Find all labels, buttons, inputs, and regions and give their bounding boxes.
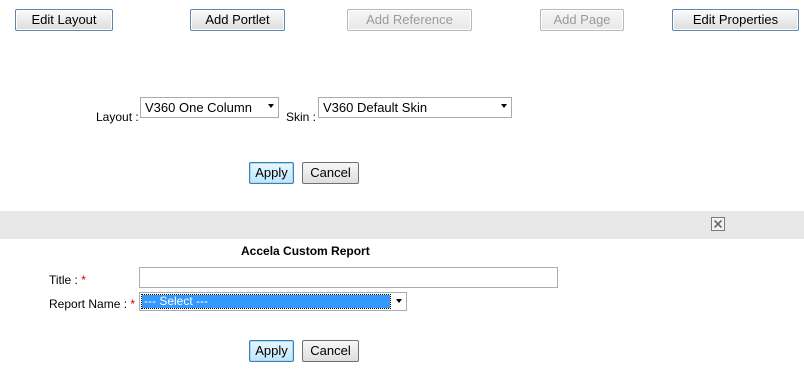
report-name-label: Report Name : * (49, 297, 135, 311)
edit-layout-button[interactable]: Edit Layout (15, 9, 113, 31)
chevron-down-icon (396, 299, 402, 303)
report-name-label-text: Report Name : (49, 297, 128, 311)
title-field-label: Title : * (49, 273, 86, 287)
close-icon (713, 219, 723, 229)
layout-cancel-button[interactable]: Cancel (302, 162, 359, 184)
title-field-label-text: Title : (49, 273, 78, 287)
chevron-down-icon (268, 104, 274, 108)
report-name-select[interactable]: --- Select --- (139, 292, 407, 311)
title-input[interactable] (139, 267, 558, 288)
required-marker: * (81, 273, 86, 287)
portlet-header-bar (0, 211, 804, 239)
layout-apply-button[interactable]: Apply (249, 162, 294, 184)
layout-label: Layout : (96, 110, 139, 124)
add-reference-button: Add Reference (347, 9, 472, 31)
add-page-button: Add Page (540, 9, 624, 31)
layout-select[interactable]: V360 One Column (140, 97, 279, 118)
layout-select-value: V360 One Column (145, 100, 252, 115)
portlet-cancel-button[interactable]: Cancel (302, 340, 359, 362)
required-marker: * (130, 297, 136, 311)
add-portlet-button[interactable]: Add Portlet (190, 9, 285, 31)
report-name-select-value: --- Select --- (141, 294, 391, 309)
portlet-title: Accela Custom Report (241, 244, 370, 258)
skin-select[interactable]: V360 Default Skin (318, 97, 512, 118)
close-button[interactable] (711, 217, 725, 231)
skin-label: Skin : (286, 110, 317, 124)
chevron-down-icon (501, 104, 507, 108)
portlet-apply-button[interactable]: Apply (249, 340, 294, 362)
skin-select-value: V360 Default Skin (323, 100, 428, 115)
edit-properties-button[interactable]: Edit Properties (672, 9, 799, 31)
